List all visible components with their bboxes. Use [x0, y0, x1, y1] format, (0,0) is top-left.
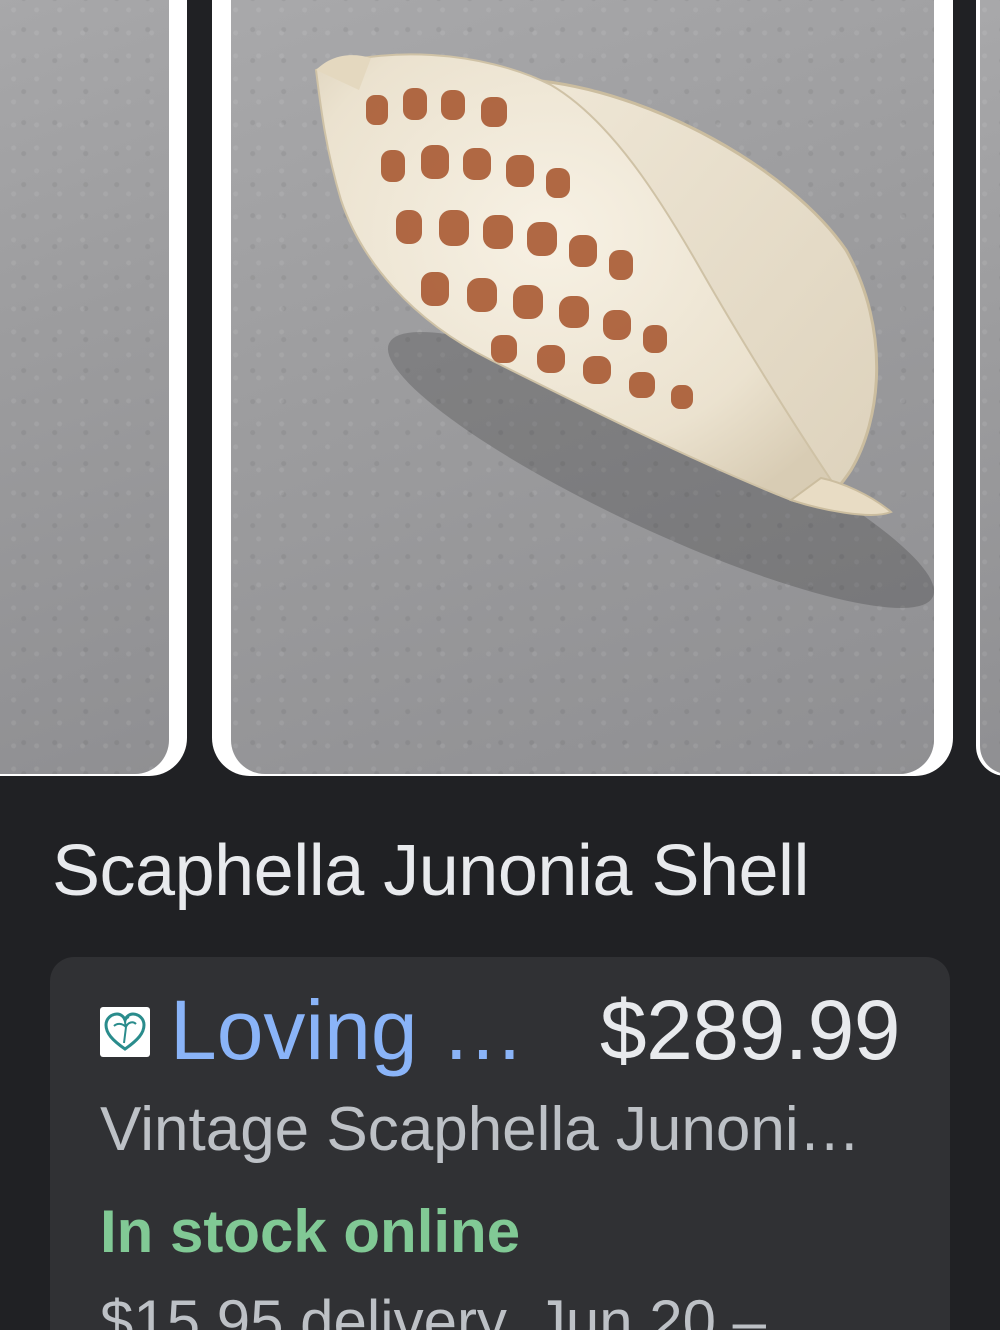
junonia-shell-illustration [314, 53, 934, 608]
shell-photo-next [980, 0, 1000, 774]
merchant-offer-card[interactable]: Loving … $289.99 Vintage Scaphella Junon… [50, 957, 950, 1330]
image-carousel[interactable] [0, 0, 1000, 778]
offer-description: Vintage Scaphella Junoni… [100, 1095, 861, 1164]
shell-photo-previous [0, 0, 169, 774]
carousel-image-previous[interactable] [0, 0, 187, 776]
shell-photo [231, 0, 934, 774]
carousel-image-current[interactable] [212, 0, 953, 776]
palm-heart-logo-icon [100, 1007, 150, 1057]
seller-name-link[interactable]: Loving … [170, 985, 525, 1075]
carousel-image-next[interactable] [976, 0, 1000, 776]
shopping-result-screen: Scaphella Junonia Shell Loving … $289.99… [0, 0, 1000, 1330]
stock-status: In stock online [100, 1198, 521, 1265]
price: $289.99 [599, 983, 901, 1077]
offer-header: Loving … $289.99 [100, 983, 901, 1077]
product-title: Scaphella Junonia Shell [52, 831, 810, 911]
delivery-info: $15.95 delivery, Jun 20 – [100, 1288, 767, 1330]
